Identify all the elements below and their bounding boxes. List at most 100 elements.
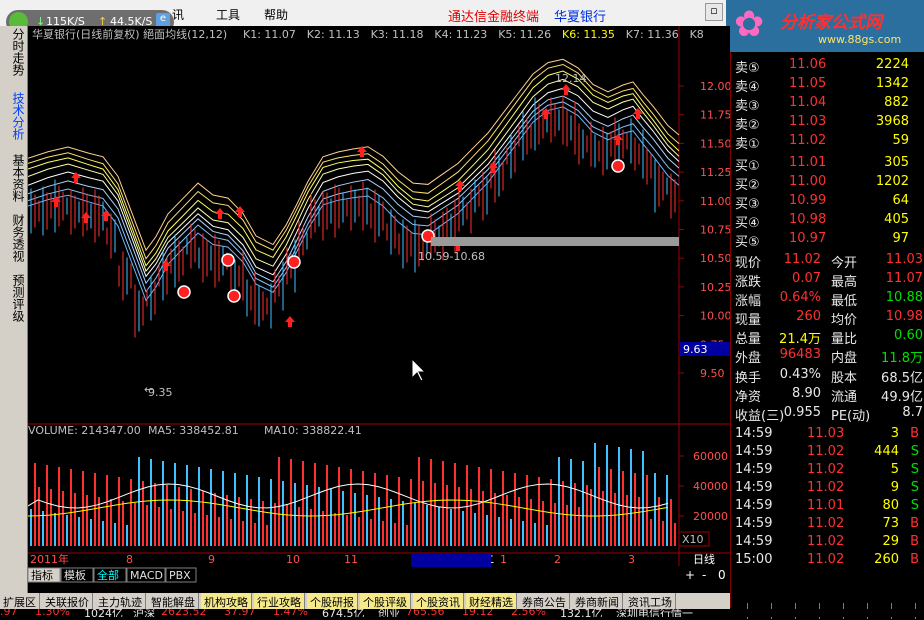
tab-technical-analysis[interactable]: 技术分析 [8,92,25,140]
toolbar-button[interactable]: 券商新闻 [572,593,623,609]
toolbar-button[interactable]: 机构攻略 [201,593,252,609]
toolbar-button[interactable]: 个股资讯 [413,593,464,609]
quote-value: 11.07 [885,271,923,286]
ask-label: 卖⑤ [735,61,760,76]
quote-label: 均价 [831,313,858,328]
ticker-item: 674.5亿 [322,609,365,617]
date-tick-label: 8 [126,553,133,566]
kline-chart[interactable]: 12.00 11.75 11.50 11.25 11.00 10.75 10.50 10.25… [28,26,730,593]
k-value-5: K5: 11.26 [498,28,551,41]
k-value-4: K4: 11.23 [434,28,487,41]
tab-fundamentals[interactable]: 基本资料 [8,154,25,202]
window-control-icon[interactable]: ▫ [705,3,723,21]
toolbar-button[interactable]: 主力轨迹 [95,593,146,609]
tick-volume: 260 [874,552,899,567]
ticker-item: 2.56% [511,609,546,617]
date-tick-label: 2011年 [30,552,69,566]
bottom-toolbar: 扩展区 关联报价 主力轨迹 智能解盘 机构攻略 行业攻略 个股研报 个股评级 个股资讯 财经精选券… [0,593,730,609]
ticker-item: 19.12 [462,609,494,617]
toolbar-button[interactable]: 财经精选 [466,593,517,609]
menu-item-tools[interactable]: 工具 [216,6,240,23]
ask-volume: 1342 [875,76,909,91]
toolbar-button[interactable]: 个股研报 [307,593,358,609]
ask-price: 11.03 [789,114,827,129]
quote-value: 0.60 [894,328,923,343]
tab-financials[interactable]: 财务透视 [8,214,25,262]
indicator-tab[interactable]: 模板 [64,568,86,582]
fundamental-value: 68.5亿 [881,371,923,386]
ask-row: 卖⑤ 11.06 2224 [731,56,924,76]
price-tick-label: 10.25 [700,281,730,294]
price-tick-label: 10.75 [700,224,730,237]
ask-row: 卖② 11.03 3968 [731,113,924,133]
quote-value: 260 [796,309,821,324]
date-tick-label: 3 [628,553,635,566]
logo-title: 分析家公式网 [780,13,882,33]
signal-circle-icon [611,159,625,173]
date-tick-label: 11 [344,553,358,566]
tab-forecast-rating[interactable]: 预测评级 [8,274,25,322]
tick-row: 14:59 11.03 3 B [731,425,924,444]
tick-price: 11.02 [807,462,845,477]
flower-icon: ✿ [734,4,765,45]
price-tick-label: 10.00 [700,310,730,323]
indicator-tab[interactable]: MACD [130,569,163,582]
toolbar-button[interactable]: 个股评级 [360,593,411,609]
quote-label: 量比 [831,332,858,347]
price-tick-label: 11.00 [700,195,730,208]
fundamental-value: 8.90 [792,386,821,401]
ticker-item: 765.56 [406,609,445,617]
tick-time: 14:59 [735,426,773,441]
signal-circle-icon [287,255,301,269]
k-value-2: K2: 11.13 [307,28,360,41]
broker-terminal-link[interactable]: 通达信金融终端 [448,6,539,25]
menu-item-help[interactable]: 帮助 [264,6,288,23]
ask-volume: 882 [884,95,909,110]
bid-label: 买② [735,178,760,193]
fundamental-label: 流通 [831,390,858,405]
signal-circle-icon [177,285,191,299]
ask-volume: 59 [892,133,909,148]
tab-intraday[interactable]: 分时走势 [8,28,25,76]
ask-label: 卖④ [735,80,760,95]
price-tick-label: 9.50 [700,367,725,380]
quote-row: 外盘 96483 内盘 11.8万 [731,346,924,366]
toolbar-button[interactable]: 行业攻略 [254,593,305,609]
bid-row: 买③ 10.99 64 [731,192,924,212]
quote-row: 涨跌 0.07 最高 11.07 [731,270,924,290]
chart-title: 华夏银行(日线前复权) 絕面均线(12,12) [32,27,227,41]
tick-time: 14:59 [735,480,773,495]
ticker-item: 深圳电信行情一 [616,609,693,617]
ticker-item: 37.97 [224,609,256,617]
ask-row: 卖④ 11.05 1342 [731,75,924,95]
bank-link[interactable]: 华夏银行 [554,6,606,25]
quote-value: 96483 [779,347,821,362]
quote-label: 今开 [831,256,858,271]
indicator-tab[interactable]: 指标 [31,568,53,582]
indicator-tab[interactable]: PBX [169,569,191,582]
toolbar-button[interactable]: 智能解盘 [148,593,199,609]
quote-panel: 卖⑤ 11.06 2224 卖④ 11.05 1342 卖③ 11.04 882 卖② 11.03 3… [730,52,924,608]
quote-label: 涨跌 [735,275,762,290]
zoom-reset-button[interactable]: 0 [718,568,726,582]
toolbar-button[interactable]: 扩展区 [0,593,40,609]
tick-time: 14:59 [735,462,773,477]
tick-time: 14:59 [735,498,773,513]
k-values: K1: 11.07 K2: 11.13 K3: 11.18 K4: 11.23 K5: … [243,28,704,41]
zoom-minus-button[interactable]: - [702,568,706,582]
toolbar-button[interactable]: 关联报价 [42,593,93,609]
quote-label: 内盘 [831,351,858,366]
period-label[interactable]: 日线 [693,552,715,566]
toolbar-button[interactable]: 资讯工场 [625,593,676,609]
ticker-item: 1.30% [35,609,70,617]
bid-price: 10.99 [789,193,827,208]
quote-value: 11.02 [783,252,821,267]
quote-label: 最低 [831,294,858,309]
toolbar-button[interactable]: 券商公告 [519,593,570,609]
ticker-item: 2623.52 [161,609,207,617]
tick-volume: 73 [882,516,899,531]
indicator-tab[interactable]: 全部 [97,568,119,582]
zoom-plus-button[interactable]: + [685,568,695,582]
fundamental-label: 净资 [735,390,762,405]
tick-volume: 444 [874,444,899,459]
